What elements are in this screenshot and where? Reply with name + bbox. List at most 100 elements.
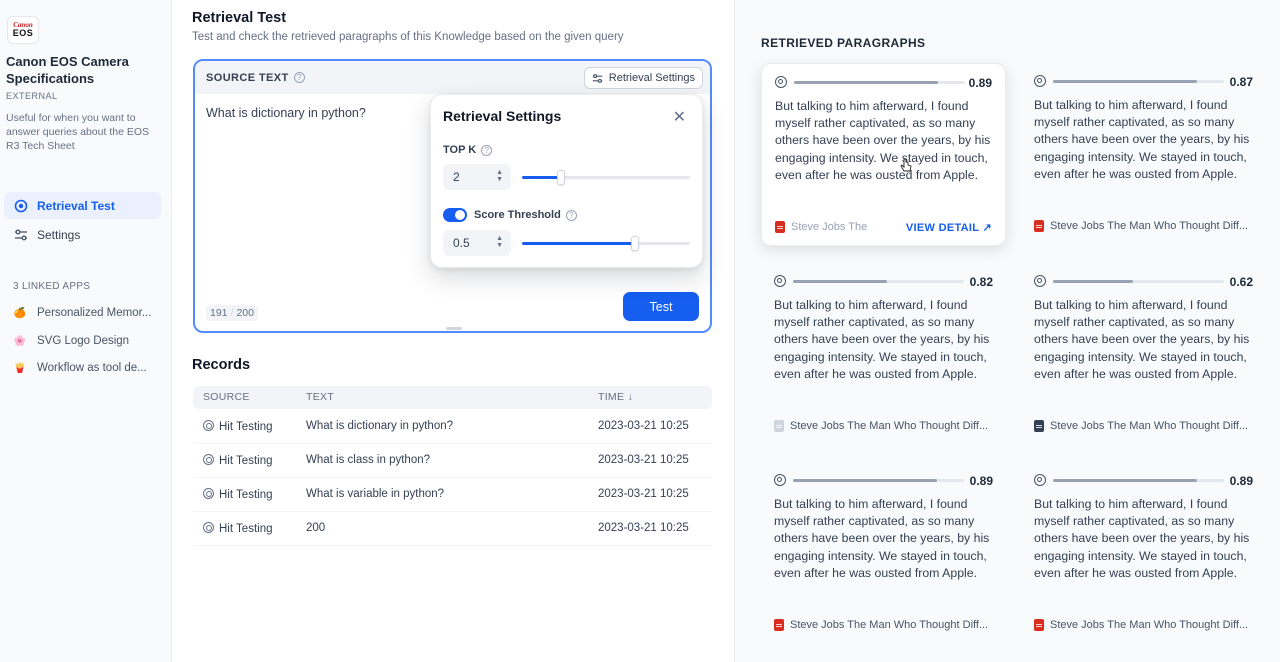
paragraph-text: But talking to him afterward, I found my… — [1034, 298, 1250, 381]
threshold-input[interactable]: 0.5 ▲ ▼ — [443, 230, 511, 256]
score-value: 0.89 — [1229, 474, 1253, 488]
view-detail-link[interactable]: VIEW DETAIL ↗ — [906, 221, 992, 234]
score-bar-fill — [1053, 479, 1197, 482]
threshold-label-text: Score Threshold — [474, 209, 561, 221]
row-source-text: Hit Testing — [219, 421, 273, 433]
score-bar — [793, 479, 964, 482]
paragraph-card[interactable]: 0.87 But talking to him afterward, I foun… — [1021, 63, 1266, 246]
paragraph-card[interactable]: 0.89 But talking to him afterward, I foun… — [1021, 462, 1266, 645]
page-subtitle: Test and check the retrieved paragraphs … — [192, 31, 624, 43]
table-row[interactable]: Hit Testing 200 2023-03-21 10:25 — [193, 512, 712, 546]
kb-description: Useful for when you want to answer queri… — [6, 112, 150, 152]
row-time: 2023-03-21 10:25 — [598, 454, 689, 466]
retrieval-settings-button[interactable]: Retrieval Settings — [583, 67, 703, 89]
score-threshold-label: Score Threshold ? — [474, 209, 577, 221]
slider-fill — [522, 242, 635, 245]
threshold-value: 0.5 — [453, 236, 470, 250]
score-bar-fill — [794, 81, 938, 84]
source-header: SOURCE TEXT ? Retrieval Settings — [195, 61, 710, 94]
topk-label-text: TOP K — [443, 144, 477, 156]
sliders-icon — [15, 229, 27, 240]
char-counter: 191 / 200 — [206, 305, 258, 321]
row-text: What is dictionary in python? — [306, 420, 454, 432]
paragraph-card[interactable]: 0.82 But talking to him afterward, I foun… — [761, 263, 1006, 446]
app-label: Personalized Memor... — [37, 307, 152, 319]
document-icon — [1034, 220, 1044, 232]
row-source-text: Hit Testing — [219, 523, 273, 535]
table-row[interactable]: Hit Testing What is class in python? 202… — [193, 444, 712, 478]
score-bar-fill — [793, 280, 888, 283]
nav-label: Settings — [37, 227, 81, 242]
score-threshold-toggle[interactable] — [443, 208, 467, 222]
topk-input[interactable]: 2 ▲ ▼ — [443, 164, 511, 190]
paragraph-card[interactable]: 0.62 But talking to him afterward, I foun… — [1021, 263, 1266, 446]
source-document[interactable]: Steve Jobs The Man Who Thought Diff... — [1034, 619, 1248, 631]
score-value: 0.87 — [1229, 75, 1253, 89]
nav-settings[interactable]: Settings — [4, 221, 161, 248]
resize-handle[interactable] — [446, 327, 462, 330]
row-text: What is variable in python? — [306, 488, 445, 500]
table-row[interactable]: Hit Testing What is variable in python? … — [193, 478, 712, 512]
row-source: Hit Testing — [203, 522, 272, 535]
sidebar: Canon EOS Canon EOS Camera Specification… — [0, 0, 172, 662]
row-text: 200 — [306, 522, 326, 534]
linked-app-item[interactable]: 🌸 SVG Logo Design — [13, 331, 163, 351]
help-icon[interactable]: ? — [481, 144, 493, 156]
slider-thumb[interactable] — [630, 236, 639, 251]
score-bar — [1053, 80, 1224, 83]
topk-slider[interactable] — [522, 170, 690, 185]
linked-app-item[interactable]: 🍟 Workflow as tool de... — [13, 358, 163, 378]
topk-label: TOP K ? — [443, 144, 493, 156]
target-icon — [774, 474, 786, 486]
table-row[interactable]: Hit Testing What is dictionary in python… — [193, 410, 712, 444]
document-icon — [775, 221, 785, 233]
source-document[interactable]: Steve Jobs The — [775, 221, 867, 233]
row-source: Hit Testing — [203, 420, 272, 433]
col-text: TEXT — [306, 391, 335, 403]
target-icon — [775, 76, 787, 88]
paragraph-card[interactable]: 0.89 But talking to him afterward, I foun… — [761, 63, 1006, 246]
threshold-slider[interactable] — [522, 236, 690, 251]
retrieved-title: RETRIEVED PARAGRAPHS — [761, 36, 926, 50]
row-text: What is class in python? — [306, 454, 431, 466]
target-icon — [1034, 75, 1046, 87]
page-title: Retrieval Test — [192, 10, 287, 26]
document-name: Steve Jobs The Man Who Thought Diff... — [1050, 420, 1249, 432]
paragraph-card[interactable]: 0.89 But talking to him afterward, I foun… — [761, 462, 1006, 645]
stepper-icon[interactable]: ▲ ▼ — [496, 235, 503, 249]
document-icon — [1034, 619, 1044, 631]
char-limit: 200 — [236, 307, 254, 319]
app-label: SVG Logo Design — [37, 335, 130, 347]
document-name: Steve Jobs The Man Who Thought Diff... — [790, 619, 989, 631]
score-bar — [794, 81, 965, 84]
document-name: Steve Jobs The Man Who Thought Diff... — [1050, 220, 1249, 232]
records-table-header: SOURCE TEXT TIME ↓ — [193, 386, 712, 409]
source-document[interactable]: Steve Jobs The Man Who Thought Diff... — [1034, 420, 1248, 432]
document-name: Steve Jobs The Man Who Thought Diff... — [790, 420, 989, 432]
col-time[interactable]: TIME ↓ — [598, 391, 633, 403]
nav-retrieval-test[interactable]: Retrieval Test — [4, 192, 161, 219]
source-document[interactable]: Steve Jobs The Man Who Thought Diff... — [1034, 220, 1248, 232]
source-document[interactable]: Steve Jobs The Man Who Thought Diff... — [774, 420, 988, 432]
target-icon — [203, 522, 214, 533]
kb-type: EXTERNAL — [6, 91, 58, 101]
help-icon[interactable]: ? — [293, 72, 305, 83]
close-icon[interactable]: ✕ — [673, 107, 686, 127]
nav-label: Retrieval Test — [37, 198, 115, 213]
row-time: 2023-03-21 10:25 — [598, 488, 689, 500]
score-value: 0.82 — [969, 275, 993, 289]
slider-thumb[interactable] — [556, 170, 565, 185]
source-label: SOURCE TEXT — [206, 71, 289, 84]
help-icon[interactable]: ? — [565, 209, 577, 221]
test-button[interactable]: Test — [623, 292, 699, 321]
view-detail-label: VIEW DETAIL — [905, 222, 980, 234]
stepper-icon[interactable]: ▲ ▼ — [496, 169, 503, 183]
query-textarea[interactable]: What is dictionary in python? — [206, 106, 366, 120]
score-bar — [1053, 479, 1224, 482]
records-title: Records — [192, 357, 251, 373]
linked-app-item[interactable]: 🍊 Personalized Memor... — [13, 303, 163, 323]
source-document[interactable]: Steve Jobs The Man Who Thought Diff... — [774, 619, 988, 631]
document-icon — [774, 420, 784, 432]
app-label: Workflow as tool de... — [37, 362, 147, 374]
char-count: 191 — [210, 307, 228, 319]
